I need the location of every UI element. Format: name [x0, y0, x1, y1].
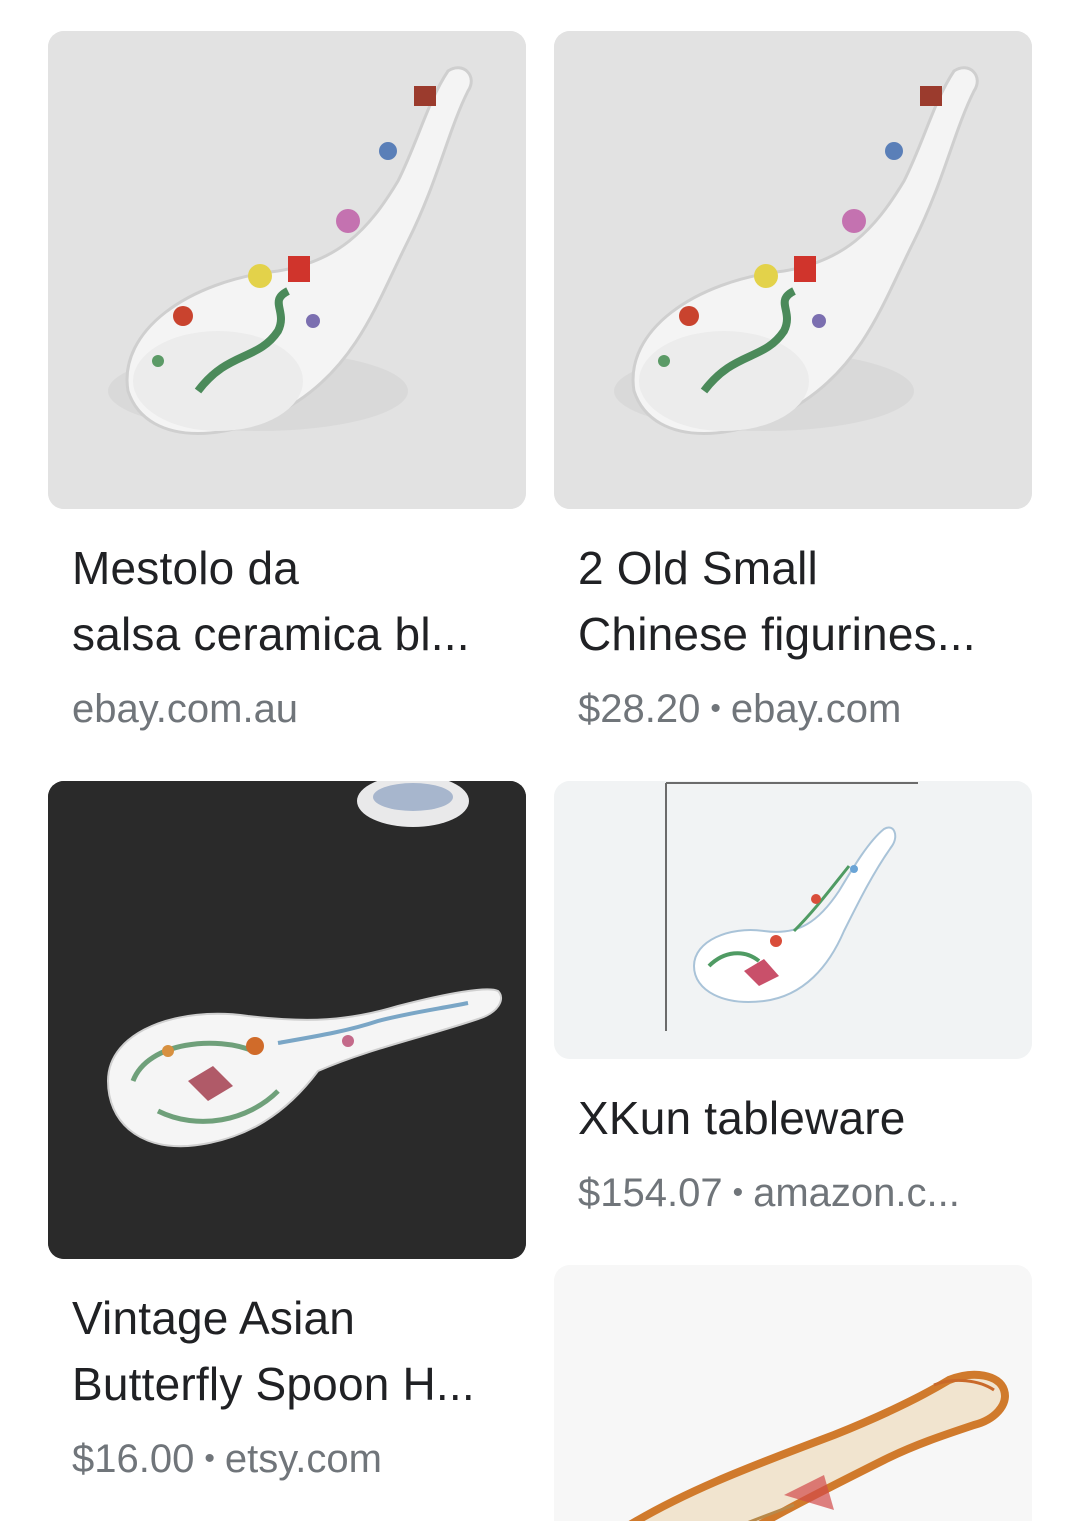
result-card-2[interactable]: 2 Old Small Chinese figurines... $28.20 •…	[554, 31, 1032, 731]
image-results-grid: Mestolo da salsa ceramica bl... ebay.com…	[0, 0, 1080, 1521]
result-thumbnail-5[interactable]	[554, 1265, 1032, 1521]
result-title-line: XKun tableware	[578, 1092, 906, 1144]
result-card-1[interactable]: Mestolo da salsa ceramica bl... ebay.com…	[48, 31, 526, 731]
result-title-4[interactable]: XKun tableware	[578, 1085, 1012, 1151]
result-thumbnail-2[interactable]	[554, 31, 1032, 509]
result-meta-2: $28.20 • ebay.com	[578, 685, 1012, 737]
result-price: $28.20	[578, 687, 701, 731]
result-source: amazon.c...	[753, 1171, 960, 1215]
result-thumbnail-3[interactable]	[48, 781, 526, 1259]
result-title-line: Chinese figurines...	[578, 608, 976, 660]
result-title-line: Vintage Asian	[72, 1292, 356, 1344]
result-source: etsy.com	[224, 1437, 382, 1481]
result-card-5[interactable]	[554, 1265, 1032, 1521]
separator-dot: •	[710, 692, 721, 725]
result-title-line: Butterfly Spoon H...	[72, 1358, 475, 1410]
result-title-1[interactable]: Mestolo da salsa ceramica bl...	[72, 535, 506, 667]
result-meta-3: $16.00 • etsy.com	[72, 1435, 506, 1487]
result-source: ebay.com	[730, 687, 902, 731]
spoon-image	[554, 781, 1032, 1059]
result-price: $16.00	[72, 1437, 195, 1481]
result-title-2[interactable]: 2 Old Small Chinese figurines...	[578, 535, 1012, 667]
result-thumbnail-1[interactable]	[48, 31, 526, 509]
result-title-line: 2 Old Small	[578, 542, 818, 594]
spoon-image	[554, 31, 1032, 509]
spoon-image	[48, 781, 526, 1259]
result-title-3[interactable]: Vintage Asian Butterfly Spoon H...	[72, 1285, 506, 1417]
result-card-3[interactable]: Vintage Asian Butterfly Spoon H... $16.0…	[48, 781, 526, 1481]
result-card-4[interactable]: XKun tableware $154.07 • amazon.c...	[554, 781, 1032, 1241]
result-source: ebay.com.au	[72, 687, 299, 731]
result-meta-1: ebay.com.au	[72, 685, 506, 733]
spoon-image	[48, 31, 526, 509]
result-meta-4: $154.07 • amazon.c...	[578, 1169, 1012, 1221]
result-thumbnail-4[interactable]	[554, 781, 1032, 1059]
result-title-line: salsa ceramica bl...	[72, 608, 470, 660]
result-price: $154.07	[578, 1171, 723, 1215]
result-title-line: Mestolo da	[72, 542, 300, 594]
spoon-image	[554, 1265, 1032, 1521]
separator-dot: •	[204, 1442, 215, 1475]
separator-dot: •	[732, 1176, 744, 1209]
